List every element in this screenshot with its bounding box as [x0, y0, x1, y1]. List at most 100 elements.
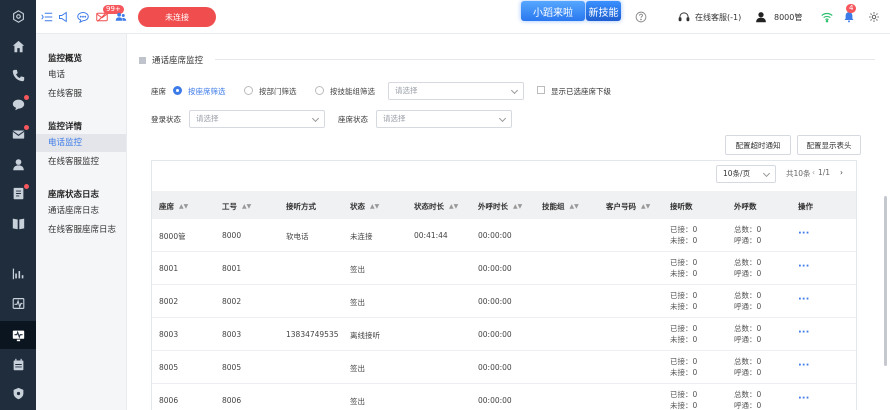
cell-id: 8005: [222, 363, 242, 372]
radio-by-seat[interactable]: [173, 86, 182, 95]
table-row[interactable]: 8000管 8000 软电话 未连接 00:41:44 00:00:00 已接：0 未接：0 总…: [152, 219, 856, 252]
more-actions-icon[interactable]: ···: [798, 228, 809, 239]
monitor-icon[interactable]: [10, 328, 26, 342]
cell-call-duration: 00:00:00: [478, 396, 512, 405]
phone-icon[interactable]: [10, 68, 26, 82]
cell-call-duration: 00:00:00: [478, 264, 512, 273]
headset-icon[interactable]: [677, 10, 691, 24]
section-title: 通话座席监控: [139, 54, 203, 66]
agent-name[interactable]: 8000管: [774, 12, 802, 23]
nav-item-phone[interactable]: 电话: [36, 66, 126, 84]
chevron-down-icon: [762, 169, 771, 178]
cell-seat: 8006: [159, 396, 179, 405]
ticket-icon[interactable]: [10, 184, 29, 200]
connect-status-button[interactable]: 未连接: [138, 7, 216, 27]
th-customer[interactable]: 客户号码 ▲▼: [606, 201, 650, 212]
radio-by-dept[interactable]: [244, 86, 253, 95]
radio-by-skill-label[interactable]: 按技能组筛选: [330, 86, 375, 97]
chevron-down-icon: [498, 114, 507, 123]
cell-seat: 8005: [159, 363, 179, 372]
nav-group-log: 座席状态日志: [48, 190, 100, 200]
cell-status-duration: 00:41:44: [414, 231, 448, 240]
sort-icon: ▲▼: [513, 203, 523, 210]
home-icon[interactable]: [10, 39, 26, 53]
cell-status: 签出: [350, 298, 365, 307]
radio-by-skill[interactable]: [315, 86, 324, 95]
announcement-icon[interactable]: [57, 10, 71, 24]
mail-dot: [24, 125, 29, 130]
chevron-down-icon: [311, 114, 320, 123]
cell-status: 签出: [350, 265, 365, 274]
online-service-status[interactable]: 在线客服(-1): [695, 12, 741, 23]
bar-chart-icon[interactable]: [10, 266, 26, 280]
th-status-duration[interactable]: 状态时长 ▲▼: [414, 201, 458, 212]
table-row[interactable]: 8003 8003 13834749535 离线接听 00:00:00 已接：0 未接：0 总…: [152, 318, 856, 351]
pager-next-icon[interactable]: ›: [840, 168, 843, 177]
th-status[interactable]: 状态 ▲▼: [350, 201, 379, 212]
th-answered: 接听数: [670, 202, 693, 211]
more-actions-icon[interactable]: ···: [798, 360, 809, 371]
nav-group-detail: 监控详情: [48, 122, 83, 132]
nav-item-online-monitor[interactable]: 在线客服监控: [36, 153, 126, 171]
table-row[interactable]: 8002 8002 签出 00:00:00 已接：0 未接：0 总数：0 呼通：0 ···: [152, 285, 856, 318]
promo-pill-new-skill[interactable]: 新技能: [586, 1, 621, 21]
cell-answered: 已接：0 未接：0: [670, 357, 698, 377]
more-actions-icon[interactable]: ···: [798, 261, 809, 272]
menu-collapse-icon[interactable]: [40, 10, 54, 24]
shield-icon[interactable]: [10, 386, 26, 400]
agent-avatar-icon[interactable]: [754, 10, 768, 24]
radio-by-seat-label[interactable]: 按座席筛选: [188, 86, 226, 97]
wifi-icon: [820, 10, 834, 24]
login-status-select[interactable]: 请选择: [189, 110, 325, 128]
nav-item-phone-monitor[interactable]: 电话监控: [36, 134, 126, 152]
table-row[interactable]: 8001 8001 签出 00:00:00 已接：0 未接：0 总数：0 呼通：0 ···: [152, 252, 856, 285]
icon-rail: [0, 0, 36, 410]
pager-prev-icon[interactable]: ‹: [812, 168, 815, 177]
config-columns-button[interactable]: 配置显示表头: [797, 135, 861, 155]
page-size-select[interactable]: 10条/页: [716, 165, 776, 183]
chat-icon[interactable]: [10, 95, 29, 111]
th-id[interactable]: 工号 ▲▼: [222, 201, 251, 212]
pulse-icon[interactable]: [10, 296, 26, 310]
promo-pill-xiaoxian[interactable]: 小蹈来啦: [521, 1, 585, 21]
table-row[interactable]: 8005 8005 签出 00:00:00 已接：0 未接：0 总数：0 呼通：0 ···: [152, 351, 856, 384]
group-icon[interactable]: [114, 10, 128, 24]
main-content: 通话座席监控 座席 按座席筛选 按部门筛选 按技能组筛选 请选择 显示已选座席下…: [127, 34, 883, 410]
seat-select[interactable]: 请选择: [388, 82, 524, 100]
logo-icon: [10, 9, 26, 23]
more-actions-icon[interactable]: ···: [798, 393, 809, 404]
more-actions-icon[interactable]: ···: [798, 327, 809, 338]
config-timeout-button[interactable]: 配置超时通知: [725, 135, 791, 155]
seat-table-card: 10条/页 共10条 ‹ 1/1 › 座席 ▲▼ 工号 ▲▼ 接听方式 状态 ▲▼ 状…: [151, 160, 857, 410]
show-subordinate-label[interactable]: 显示已选座席下级: [551, 86, 611, 97]
calendar-icon[interactable]: [10, 357, 26, 371]
pager-page: 1/1: [818, 168, 831, 177]
cell-dialed: 总数：0 呼通：0: [734, 324, 762, 344]
pager-total: 共10条: [786, 169, 811, 178]
cell-answered: 已接：0 未接：0: [670, 258, 698, 278]
book-icon[interactable]: [10, 216, 26, 230]
more-actions-icon[interactable]: ···: [798, 294, 809, 305]
nav-item-call-seat-log[interactable]: 通话座席日志: [36, 202, 126, 220]
help-icon[interactable]: [634, 10, 648, 24]
sort-icon: ▲▼: [641, 203, 651, 210]
nav-group-overview: 监控概览: [48, 54, 83, 64]
mail-icon[interactable]: [10, 125, 29, 141]
user-icon[interactable]: [10, 157, 26, 171]
radio-by-dept-label[interactable]: 按部门筛选: [259, 86, 297, 97]
nav-item-online-service[interactable]: 在线客服: [36, 85, 126, 103]
ticket-dot: [24, 184, 29, 189]
message-icon[interactable]: [76, 10, 90, 24]
th-call-duration[interactable]: 外呼时长 ▲▼: [478, 201, 522, 212]
nav-item-online-seat-log[interactable]: 在线客服座席日志: [36, 221, 126, 239]
cell-dialed: 总数：0 呼通：0: [734, 357, 762, 377]
show-subordinate-checkbox[interactable]: [537, 86, 545, 94]
cell-call-duration: 00:00:00: [478, 297, 512, 306]
sort-icon: ▲▼: [569, 203, 579, 210]
settings-icon[interactable]: [867, 10, 881, 24]
seat-status-select[interactable]: 请选择: [376, 110, 512, 128]
table-row[interactable]: 8006 8006 签出 00:00:00 已接：0 未接：0 总数：0 呼通：0 ···: [152, 384, 856, 410]
th-seat[interactable]: 座席 ▲▼: [159, 201, 188, 212]
th-skill[interactable]: 技能组 ▲▼: [542, 201, 579, 212]
page-scrollbar[interactable]: [884, 196, 887, 366]
